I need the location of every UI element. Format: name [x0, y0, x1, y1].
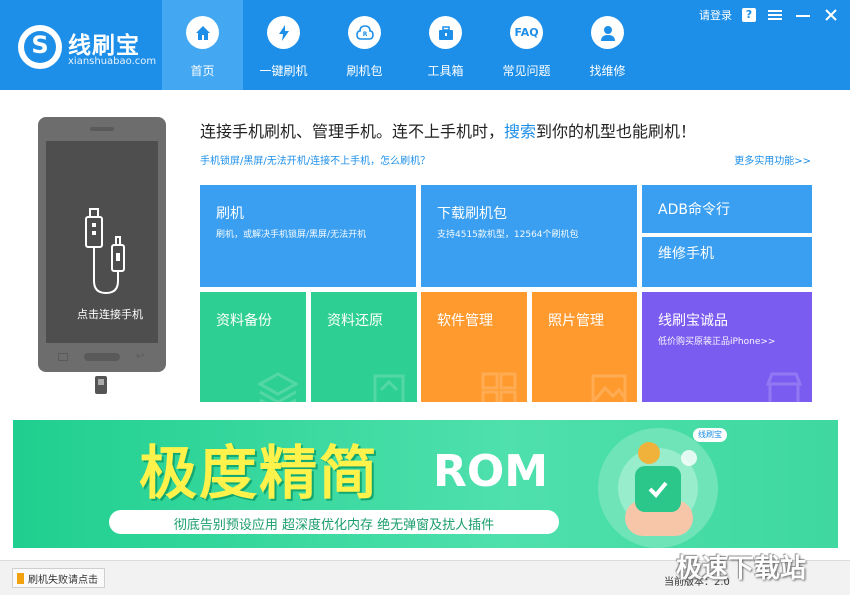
- tile-app-manager[interactable]: 软件管理: [421, 292, 527, 402]
- phone-menu-key: [58, 353, 68, 361]
- login-link[interactable]: 请登录: [699, 7, 732, 23]
- phone-home-key: [84, 353, 120, 361]
- search-link[interactable]: 搜索: [504, 122, 536, 141]
- nav-faq[interactable]: FAQ 常见问题: [486, 0, 567, 90]
- phone-speaker: [90, 127, 114, 131]
- tile-shop-desc: 低价购买原装正品iPhone>>: [658, 337, 776, 347]
- nav-toolbox-label: 工具箱: [427, 64, 464, 78]
- flag-icon: [17, 572, 24, 584]
- tile-photos-title: 照片管理: [548, 313, 604, 329]
- app-name: 线刷宝: [68, 33, 140, 59]
- title-bar: S 线刷宝 xianshuabao.com 首页 一键刷机 R 刷机包 工具箱 …: [0, 0, 850, 90]
- phone-back-key: ↩: [136, 351, 145, 362]
- main-nav: 首页 一键刷机 R 刷机包 工具箱 FAQ 常见问题 找维修: [162, 0, 648, 90]
- tile-flash-title: 刷机: [216, 206, 244, 222]
- nav-rom-package[interactable]: R 刷机包: [324, 0, 405, 90]
- banner-brand-tag: 线刷宝: [693, 428, 727, 442]
- tile-flash[interactable]: 刷机 刷机，或解决手机锁屏/黑屏/无法开机: [200, 185, 416, 287]
- bubble-icon: [681, 450, 697, 466]
- usb-cable-icon: [85, 208, 125, 295]
- tile-download-rom[interactable]: 下载刷机包 支持4515款机型，12564个刷机包: [421, 185, 637, 287]
- nav-find-repair[interactable]: 找维修: [567, 0, 648, 90]
- nav-toolbox[interactable]: 工具箱: [405, 0, 486, 90]
- more-features-link[interactable]: 更多实用功能>>: [734, 152, 811, 167]
- tile-repair-phone[interactable]: 维修手机: [642, 237, 812, 287]
- app-domain: xianshuabao.com: [68, 56, 157, 67]
- flash-fail-help-label: 刷机失败请点击: [28, 574, 98, 586]
- promo-banner[interactable]: 极度精简 ROM 彻底告别预设应用 超深度优化内存 绝无弹窗及扰人插件 线刷宝: [13, 420, 838, 548]
- home-icon: [186, 16, 219, 49]
- location-pin-icon: [638, 442, 660, 464]
- site-watermark: 极速下载站: [676, 554, 807, 584]
- headline: 连接手机刷机、管理手机。连不上手机时，搜索到你的机型也能刷机！: [200, 118, 696, 142]
- photo-icon: [591, 374, 627, 402]
- tile-adb[interactable]: ADB命令行: [642, 185, 812, 233]
- banner-features-text: 彻底告别预设应用 超深度优化内存 绝无弹窗及扰人插件: [173, 518, 495, 533]
- faq-icon: FAQ: [510, 16, 543, 49]
- hamburger-icon[interactable]: [766, 7, 784, 23]
- tile-adb-title: ADB命令行: [658, 202, 730, 218]
- tile-download-title: 下载刷机包: [437, 206, 507, 222]
- lightning-icon: [267, 16, 300, 49]
- nav-home-label: 首页: [190, 64, 215, 78]
- minimize-icon[interactable]: [794, 7, 812, 23]
- tile-download-desc: 支持4515款机型，12564个刷机包: [437, 230, 579, 240]
- tile-repair-title: 维修手机: [658, 246, 714, 262]
- tile-backup-title: 资料备份: [216, 313, 272, 329]
- banner-headline: 极度精简: [139, 439, 380, 507]
- banner-rom-text: ROM: [433, 446, 549, 497]
- tile-photo-manager[interactable]: 照片管理: [532, 292, 637, 402]
- repair-person-icon: [591, 16, 624, 49]
- layers-icon: [258, 372, 298, 402]
- nav-home[interactable]: 首页: [162, 0, 243, 90]
- how-to-flash-link[interactable]: 手机锁屏/黑屏/无法开机/连接不上手机，怎么刷机？: [200, 152, 430, 167]
- tile-backup[interactable]: 资料备份: [200, 292, 306, 402]
- store-icon: [765, 372, 803, 402]
- rom-package-icon: R: [348, 16, 381, 49]
- headline-text-2: 到你的机型也能刷机！: [536, 122, 697, 141]
- help-icon[interactable]: ?: [742, 8, 756, 22]
- toolbox-icon: [429, 16, 462, 49]
- tile-shop[interactable]: 线刷宝诚品 低价购买原装正品iPhone>>: [642, 292, 812, 402]
- phone-screen: 点击连接手机: [46, 141, 158, 343]
- nav-one-click-flash[interactable]: 一键刷机: [243, 0, 324, 90]
- flash-fail-help-button[interactable]: 刷机失败请点击: [12, 568, 105, 588]
- nav-one-click-flash-label: 一键刷机: [259, 64, 308, 78]
- tile-restore-title: 资料还原: [327, 313, 383, 329]
- nav-faq-label: 常见问题: [502, 64, 551, 78]
- shield-check-icon: [635, 466, 681, 512]
- window-controls: 请登录 ?: [699, 6, 840, 24]
- banner-features-pill: 彻底告别预设应用 超深度优化内存 绝无弹窗及扰人插件: [109, 510, 559, 534]
- tile-flash-desc: 刷机，或解决手机锁屏/黑屏/无法开机: [216, 230, 367, 240]
- close-icon[interactable]: [822, 7, 840, 23]
- apps-grid-icon: [481, 372, 517, 402]
- restore-icon: [373, 374, 405, 402]
- svg-text:R: R: [362, 31, 367, 38]
- tile-shop-title: 线刷宝诚品: [658, 313, 728, 329]
- nav-find-repair-label: 找维修: [589, 64, 626, 78]
- tile-restore[interactable]: 资料还原: [311, 292, 417, 402]
- connect-phone-area[interactable]: 点击连接手机 ↩: [38, 117, 166, 372]
- tile-apps-title: 软件管理: [437, 313, 493, 329]
- logo-badge-icon: S: [18, 25, 62, 69]
- usb-plug-icon: [95, 376, 107, 394]
- nav-rom-package-label: 刷机包: [346, 64, 383, 78]
- headline-text-1: 连接手机刷机、管理手机。连不上手机时，: [200, 122, 505, 141]
- connect-phone-label: 点击连接手机: [77, 308, 143, 321]
